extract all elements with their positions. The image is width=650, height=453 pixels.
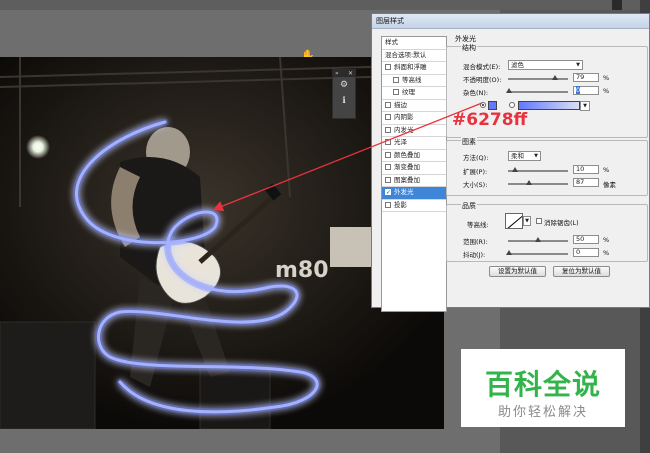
photoshop-app: ✋ m80 » ✕ ⚙ ℹ 图层样式 样式 混合选项:默认 斜面和浮雕 等高线 … [0,0,650,453]
hex-color-annotation: #6278ff [452,110,528,130]
watermark-logo: 百科全说 助你轻松解决 [461,349,625,427]
watermark-subtitle: 助你轻松解决 [497,405,588,420]
watermark-title: 百科全说 [484,368,601,401]
